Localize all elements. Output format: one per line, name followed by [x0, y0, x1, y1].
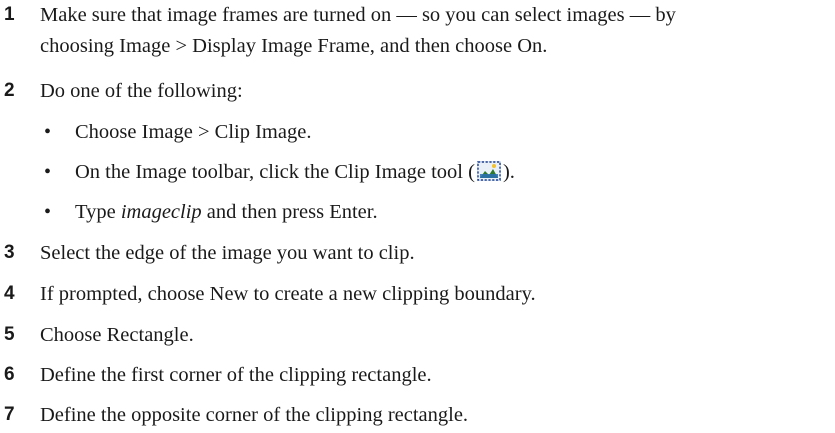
bullet-text-prefix: Type: [75, 201, 121, 223]
command-name: imageclip: [120, 201, 202, 223]
bullet-text: Choose Image > Clip Image.: [75, 121, 312, 143]
bullet-text: On the Image toolbar, click the Clip Ima…: [75, 157, 515, 188]
step-number: 4: [4, 283, 15, 304]
step-text: Choose Rectangle.: [40, 324, 194, 346]
step-number: 2: [4, 80, 15, 101]
clip-image-tool-icon: [476, 161, 501, 181]
step-number: 7: [4, 404, 15, 425]
step-text: If prompted, choose New to create a new …: [40, 283, 536, 305]
step-text-line-2: choosing Image > Display Image Frame, an…: [40, 35, 548, 57]
step-number: 6: [4, 364, 15, 385]
step-number: 3: [4, 242, 15, 263]
step-number: 5: [4, 324, 15, 345]
bullet-text: Type imageclip and then press Enter.: [75, 197, 378, 228]
bullet-text-after: ).: [502, 161, 515, 183]
step-text: Define the first corner of the clipping …: [40, 364, 432, 386]
step-text: Define the opposite corner of the clippi…: [40, 404, 469, 426]
step-text: Select the edge of the image you want to…: [40, 242, 415, 264]
step-text-line-1: Make sure that image frames are turned o…: [40, 4, 676, 26]
step-number: 1: [4, 4, 15, 25]
bullet-text-suffix: and then press Enter.: [201, 201, 378, 223]
bullet-text-before: On the Image toolbar, click the Clip Ima…: [75, 161, 475, 183]
bullet-glyph: •: [44, 201, 52, 223]
bullet-glyph: •: [44, 161, 52, 183]
step-text: Do one of the following:: [40, 80, 243, 102]
bullet-glyph: •: [44, 121, 52, 143]
